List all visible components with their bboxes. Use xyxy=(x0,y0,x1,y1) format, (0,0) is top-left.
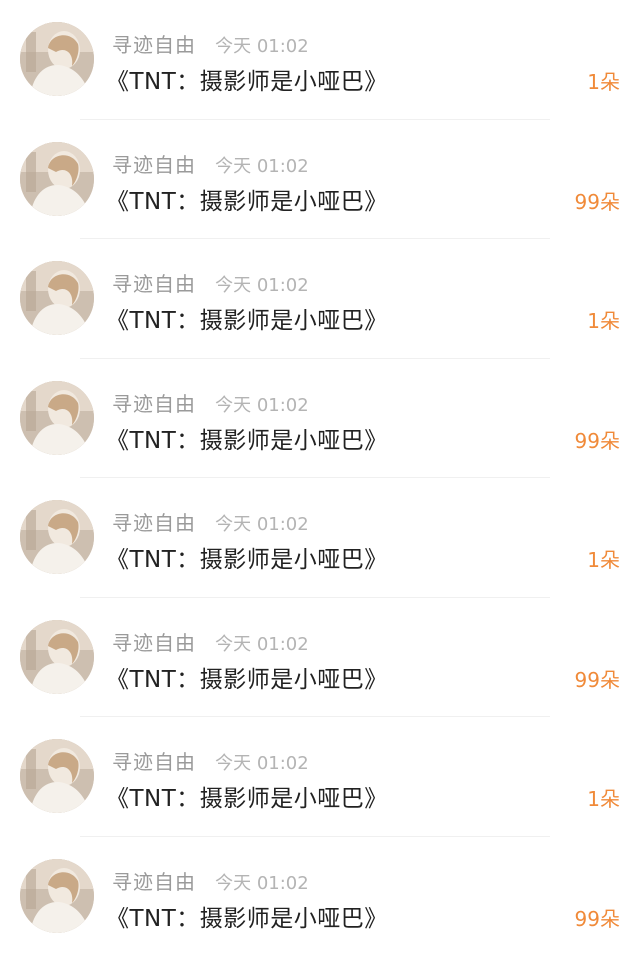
timestamp: 今天 01:02 xyxy=(215,753,309,774)
user-avatar[interactable] xyxy=(20,858,94,933)
gift-count: 1朵 xyxy=(587,70,620,94)
username[interactable]: 寻迹自由 xyxy=(112,392,196,416)
list-item[interactable]: 寻迹自由 今天 01:02 《TNT：摄影师是小哑巴》 1朵 xyxy=(0,0,640,120)
list-item[interactable]: 寻迹自由 今天 01:02 《TNT：摄影师是小哑巴》 99朵 xyxy=(0,598,640,717)
user-avatar[interactable] xyxy=(20,22,94,96)
gift-count: 99朵 xyxy=(574,189,620,214)
gift-count: 99朵 xyxy=(574,667,620,692)
user-avatar[interactable] xyxy=(20,261,94,335)
timestamp: 今天 01:02 xyxy=(215,394,309,416)
list-item[interactable]: 寻迹自由 今天 01:02 《TNT：摄影师是小哑巴》 1朵 xyxy=(0,478,640,598)
gift-count: 1朵 xyxy=(587,309,620,333)
book-title[interactable]: 《TNT：摄影师是小哑巴》 xyxy=(106,899,388,933)
timestamp: 今天 01:02 xyxy=(215,36,309,57)
username[interactable]: 寻迹自由 xyxy=(112,511,196,535)
book-title[interactable]: 《TNT：摄影师是小哑巴》 xyxy=(106,62,388,96)
timestamp: 今天 01:02 xyxy=(215,155,309,177)
list-item[interactable]: 寻迹自由 今天 01:02 《TNT：摄影师是小哑巴》 99朵 xyxy=(0,837,640,956)
username[interactable]: 寻迹自由 xyxy=(112,272,196,296)
meta-line: 寻迹自由 今天 01:02 xyxy=(112,149,309,177)
username[interactable]: 寻迹自由 xyxy=(112,870,196,894)
list-item[interactable]: 寻迹自由 今天 01:02 《TNT：摄影师是小哑巴》 1朵 xyxy=(0,239,640,359)
timestamp: 今天 01:02 xyxy=(215,275,309,296)
user-avatar[interactable] xyxy=(20,141,94,216)
username[interactable]: 寻迹自由 xyxy=(112,631,196,655)
timestamp: 今天 01:02 xyxy=(215,633,309,655)
gift-count: 99朵 xyxy=(574,906,620,931)
list-item[interactable]: 寻迹自由 今天 01:02 《TNT：摄影师是小哑巴》 99朵 xyxy=(0,359,640,478)
username[interactable]: 寻迹自由 xyxy=(112,33,196,57)
meta-line: 寻迹自由 今天 01:02 xyxy=(112,746,309,774)
meta-line: 寻迹自由 今天 01:02 xyxy=(112,268,309,296)
user-avatar[interactable] xyxy=(20,739,94,813)
meta-line: 寻迹自由 今天 01:02 xyxy=(112,29,309,57)
timestamp: 今天 01:02 xyxy=(215,872,309,894)
meta-line: 寻迹自由 今天 01:02 xyxy=(112,507,309,535)
timestamp: 今天 01:02 xyxy=(215,514,309,535)
meta-line: 寻迹自由 今天 01:02 xyxy=(112,866,309,894)
user-avatar[interactable] xyxy=(20,380,94,455)
list-item[interactable]: 寻迹自由 今天 01:02 《TNT：摄影师是小哑巴》 99朵 xyxy=(0,120,640,239)
user-avatar[interactable] xyxy=(20,500,94,574)
book-title[interactable]: 《TNT：摄影师是小哑巴》 xyxy=(106,421,388,455)
book-title[interactable]: 《TNT：摄影师是小哑巴》 xyxy=(106,182,388,216)
meta-line: 寻迹自由 今天 01:02 xyxy=(112,627,309,655)
book-title[interactable]: 《TNT：摄影师是小哑巴》 xyxy=(106,540,388,574)
gift-count: 1朵 xyxy=(587,787,620,811)
gift-count: 99朵 xyxy=(574,428,620,453)
meta-line: 寻迹自由 今天 01:02 xyxy=(112,388,309,416)
user-avatar[interactable] xyxy=(20,619,94,694)
book-title[interactable]: 《TNT：摄影师是小哑巴》 xyxy=(106,301,388,335)
book-title[interactable]: 《TNT：摄影师是小哑巴》 xyxy=(106,660,388,694)
gift-record-list: 寻迹自由 今天 01:02 《TNT：摄影师是小哑巴》 1朵 寻迹自由 今天 0… xyxy=(0,0,640,956)
gift-count: 1朵 xyxy=(587,548,620,572)
username[interactable]: 寻迹自由 xyxy=(112,750,196,774)
list-item[interactable]: 寻迹自由 今天 01:02 《TNT：摄影师是小哑巴》 1朵 xyxy=(0,717,640,837)
book-title[interactable]: 《TNT：摄影师是小哑巴》 xyxy=(106,779,388,813)
username[interactable]: 寻迹自由 xyxy=(112,153,196,177)
